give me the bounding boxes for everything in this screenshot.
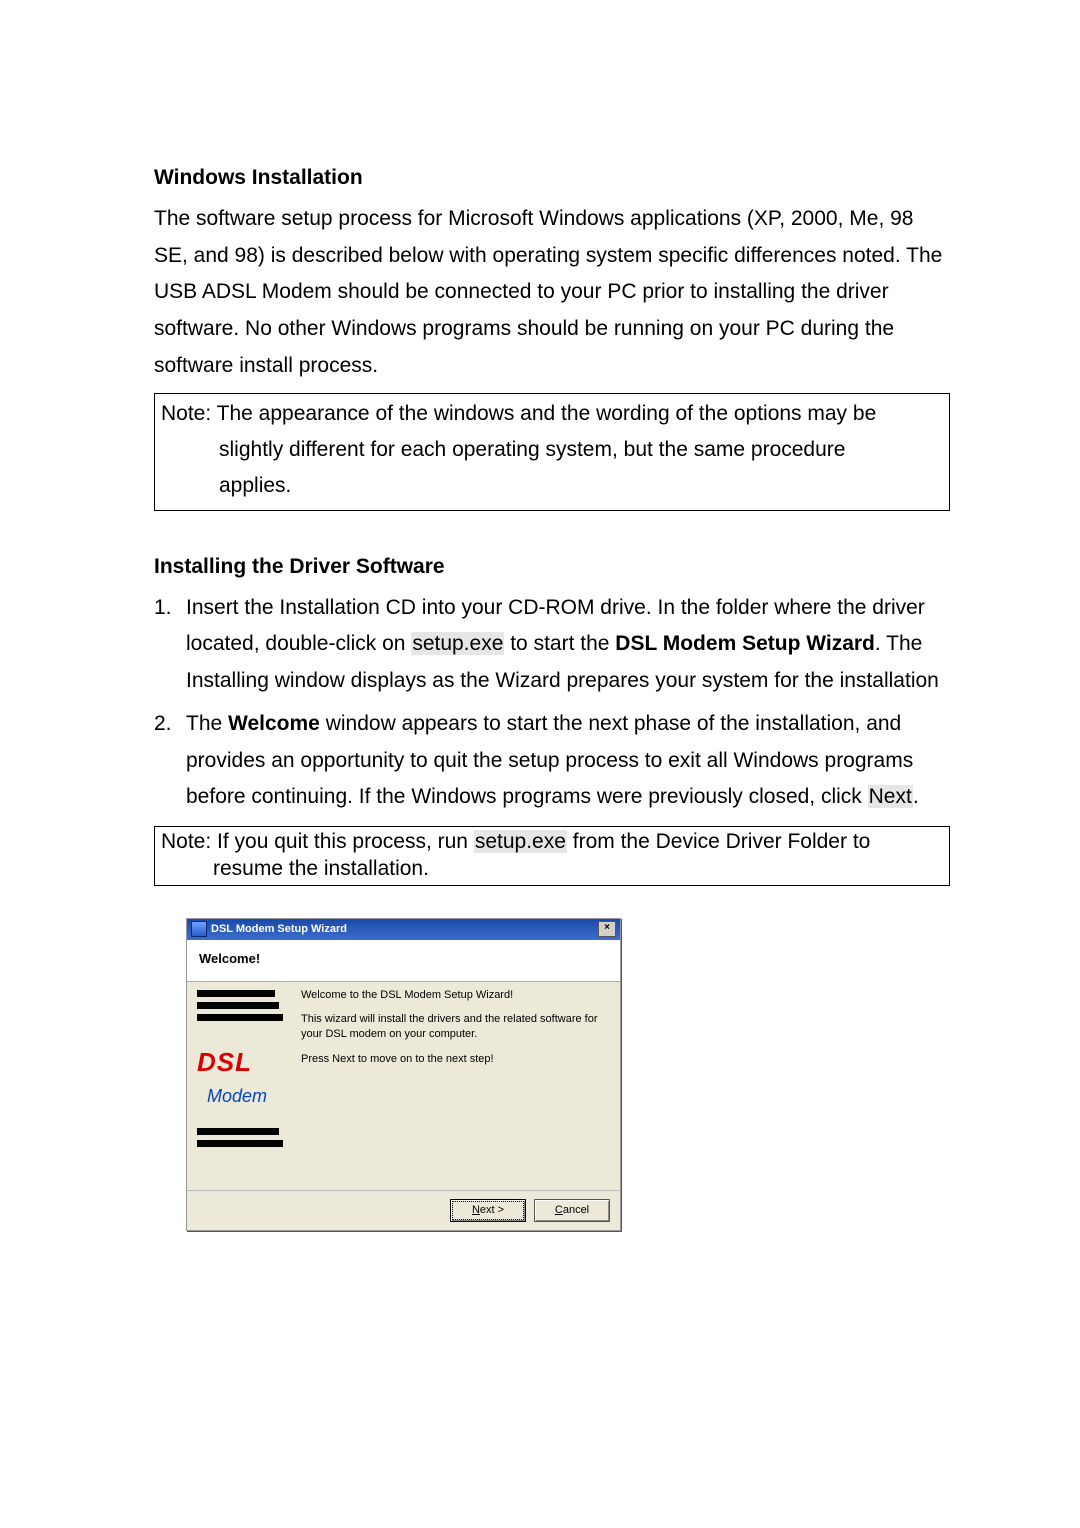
step-1-number: 1. xyxy=(154,590,186,627)
wizard-title: DSL Modem Setup Wizard xyxy=(211,920,347,939)
dsl-modem-logo: DSL Modem xyxy=(197,1040,289,1113)
wizard-titlebar[interactable]: DSL Modem Setup Wizard × xyxy=(187,919,620,940)
dsl-modem-setup-wizard-bold: DSL Modem Setup Wizard xyxy=(615,632,875,655)
wizard-p2: This wizard will install the drivers and… xyxy=(301,1012,610,1042)
step-2-body: The Welcome window appears to start the … xyxy=(186,712,919,809)
intro-paragraph: The software setup process for Microsoft… xyxy=(154,201,950,385)
wizard-text-area: Welcome to the DSL Modem Setup Wizard! T… xyxy=(301,988,610,1186)
wizard-left-art: DSL Modem xyxy=(197,988,289,1186)
wizard-header: Welcome! xyxy=(187,940,620,982)
note2-lead: Note: xyxy=(161,830,217,853)
wizard-p3: Press Next to move on to the next step! xyxy=(301,1052,610,1067)
wizard-button-row: Next > Cancel xyxy=(187,1190,620,1230)
decor-bar xyxy=(197,1140,283,1147)
installer-icon xyxy=(191,921,207,937)
steps-list: 1.Insert the Installation CD into your C… xyxy=(154,590,950,817)
step-1-body: Insert the Installation CD into your CD-… xyxy=(186,596,939,693)
note2-line1: Note: If you quit this process, run setu… xyxy=(161,829,943,856)
step-2: 2.The Welcome window appears to start th… xyxy=(154,706,950,816)
step-2-number: 2. xyxy=(154,706,186,743)
next-highlight: Next xyxy=(868,785,913,808)
note2-setup-highlight: setup.exe xyxy=(474,830,567,853)
note-box-1: Note: The appearance of the windows and … xyxy=(154,393,950,511)
cancel-button[interactable]: Cancel xyxy=(534,1199,610,1222)
setup-exe-highlight: setup.exe xyxy=(411,632,504,655)
decor-bar xyxy=(197,990,275,997)
note2-line2: resume the installation. xyxy=(161,856,943,883)
note1-lead: Note: xyxy=(161,402,217,425)
decor-bar xyxy=(197,1014,283,1021)
logo-modem-text: Modem xyxy=(207,1081,289,1113)
document-page: Windows Installation The software setup … xyxy=(0,0,1080,1331)
wizard-p1: Welcome to the DSL Modem Setup Wizard! xyxy=(301,988,610,1003)
wizard-screenshot: DSL Modem Setup Wizard × Welcome! DSL Mo… xyxy=(186,918,950,1231)
logo-dsl-text: DSL xyxy=(197,1040,289,1086)
step-1: 1.Insert the Installation CD into your C… xyxy=(154,590,950,700)
welcome-bold: Welcome xyxy=(228,712,320,735)
next-button[interactable]: Next > xyxy=(450,1199,526,1222)
heading-windows-installation: Windows Installation xyxy=(154,160,950,197)
note1-text1: The appearance of the windows and the wo… xyxy=(217,402,877,425)
decor-bar xyxy=(197,1128,279,1135)
wizard-window: DSL Modem Setup Wizard × Welcome! DSL Mo… xyxy=(186,918,621,1231)
note1-line1: Note: The appearance of the windows and … xyxy=(161,396,943,432)
note1-line3: applies. xyxy=(161,468,943,504)
close-button[interactable]: × xyxy=(598,921,616,937)
note1-line2: slightly different for each operating sy… xyxy=(161,432,943,468)
heading-installing-driver: Installing the Driver Software xyxy=(154,549,950,586)
decor-bar xyxy=(197,1002,279,1009)
note-box-2: Note: If you quit this process, run setu… xyxy=(154,826,950,886)
wizard-body: DSL Modem Welcome to the DSL Modem Setup… xyxy=(187,982,620,1190)
close-icon: × xyxy=(604,922,610,933)
